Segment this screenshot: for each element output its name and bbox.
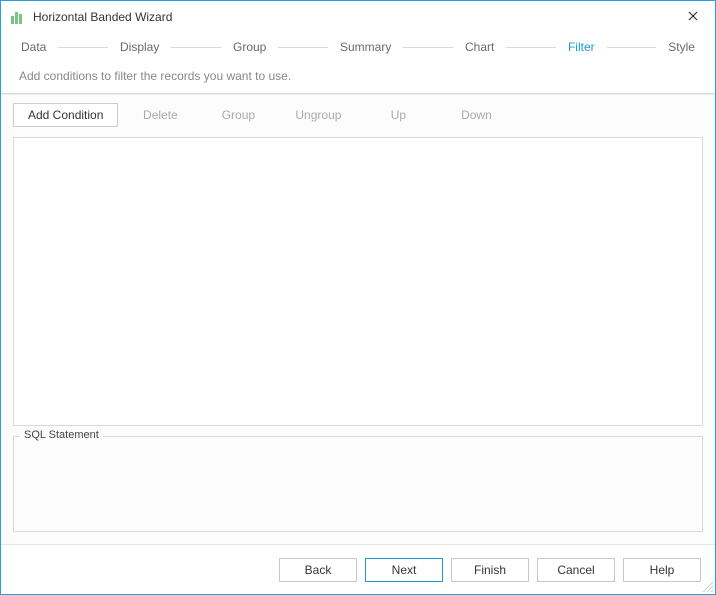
step-chart[interactable]: Chart xyxy=(461,40,498,54)
step-group[interactable]: Group xyxy=(229,40,270,54)
next-button[interactable]: Next xyxy=(365,558,443,582)
down-button[interactable]: Down xyxy=(440,103,512,127)
step-separator xyxy=(58,47,108,48)
step-separator xyxy=(506,47,556,48)
step-separator xyxy=(278,47,328,48)
group-button[interactable]: Group xyxy=(202,103,274,127)
window-title: Horizontal Banded Wizard xyxy=(33,10,681,24)
wizard-window: Horizontal Banded Wizard Data Display Gr… xyxy=(0,0,716,595)
wizard-footer: Back Next Finish Cancel Help xyxy=(1,544,715,594)
step-separator xyxy=(171,47,221,48)
up-button[interactable]: Up xyxy=(362,103,434,127)
step-display[interactable]: Display xyxy=(116,40,163,54)
step-filter[interactable]: Filter xyxy=(564,40,599,54)
close-icon[interactable] xyxy=(681,9,705,24)
conditions-toolbar: Add Condition Delete Group Ungroup Up Do… xyxy=(13,103,703,127)
step-separator xyxy=(403,47,453,48)
finish-button[interactable]: Finish xyxy=(451,558,529,582)
conditions-list[interactable] xyxy=(13,137,703,426)
sql-statement-group: SQL Statement xyxy=(13,436,703,532)
step-summary[interactable]: Summary xyxy=(336,40,395,54)
titlebar: Horizontal Banded Wizard xyxy=(1,1,715,33)
delete-button[interactable]: Delete xyxy=(124,103,196,127)
content-area: Add Condition Delete Group Ungroup Up Do… xyxy=(1,94,715,544)
wizard-steps: Data Display Group Summary Chart Filter … xyxy=(1,33,715,61)
step-description: Add conditions to filter the records you… xyxy=(1,61,715,94)
ungroup-button[interactable]: Ungroup xyxy=(280,103,356,127)
sql-statement-label: SQL Statement xyxy=(20,429,103,441)
cancel-button[interactable]: Cancel xyxy=(537,558,615,582)
help-button[interactable]: Help xyxy=(623,558,701,582)
step-data[interactable]: Data xyxy=(17,40,50,54)
app-icon xyxy=(11,10,25,24)
add-condition-button[interactable]: Add Condition xyxy=(13,103,118,127)
step-style[interactable]: Style xyxy=(664,40,699,54)
back-button[interactable]: Back xyxy=(279,558,357,582)
step-separator xyxy=(607,47,657,48)
